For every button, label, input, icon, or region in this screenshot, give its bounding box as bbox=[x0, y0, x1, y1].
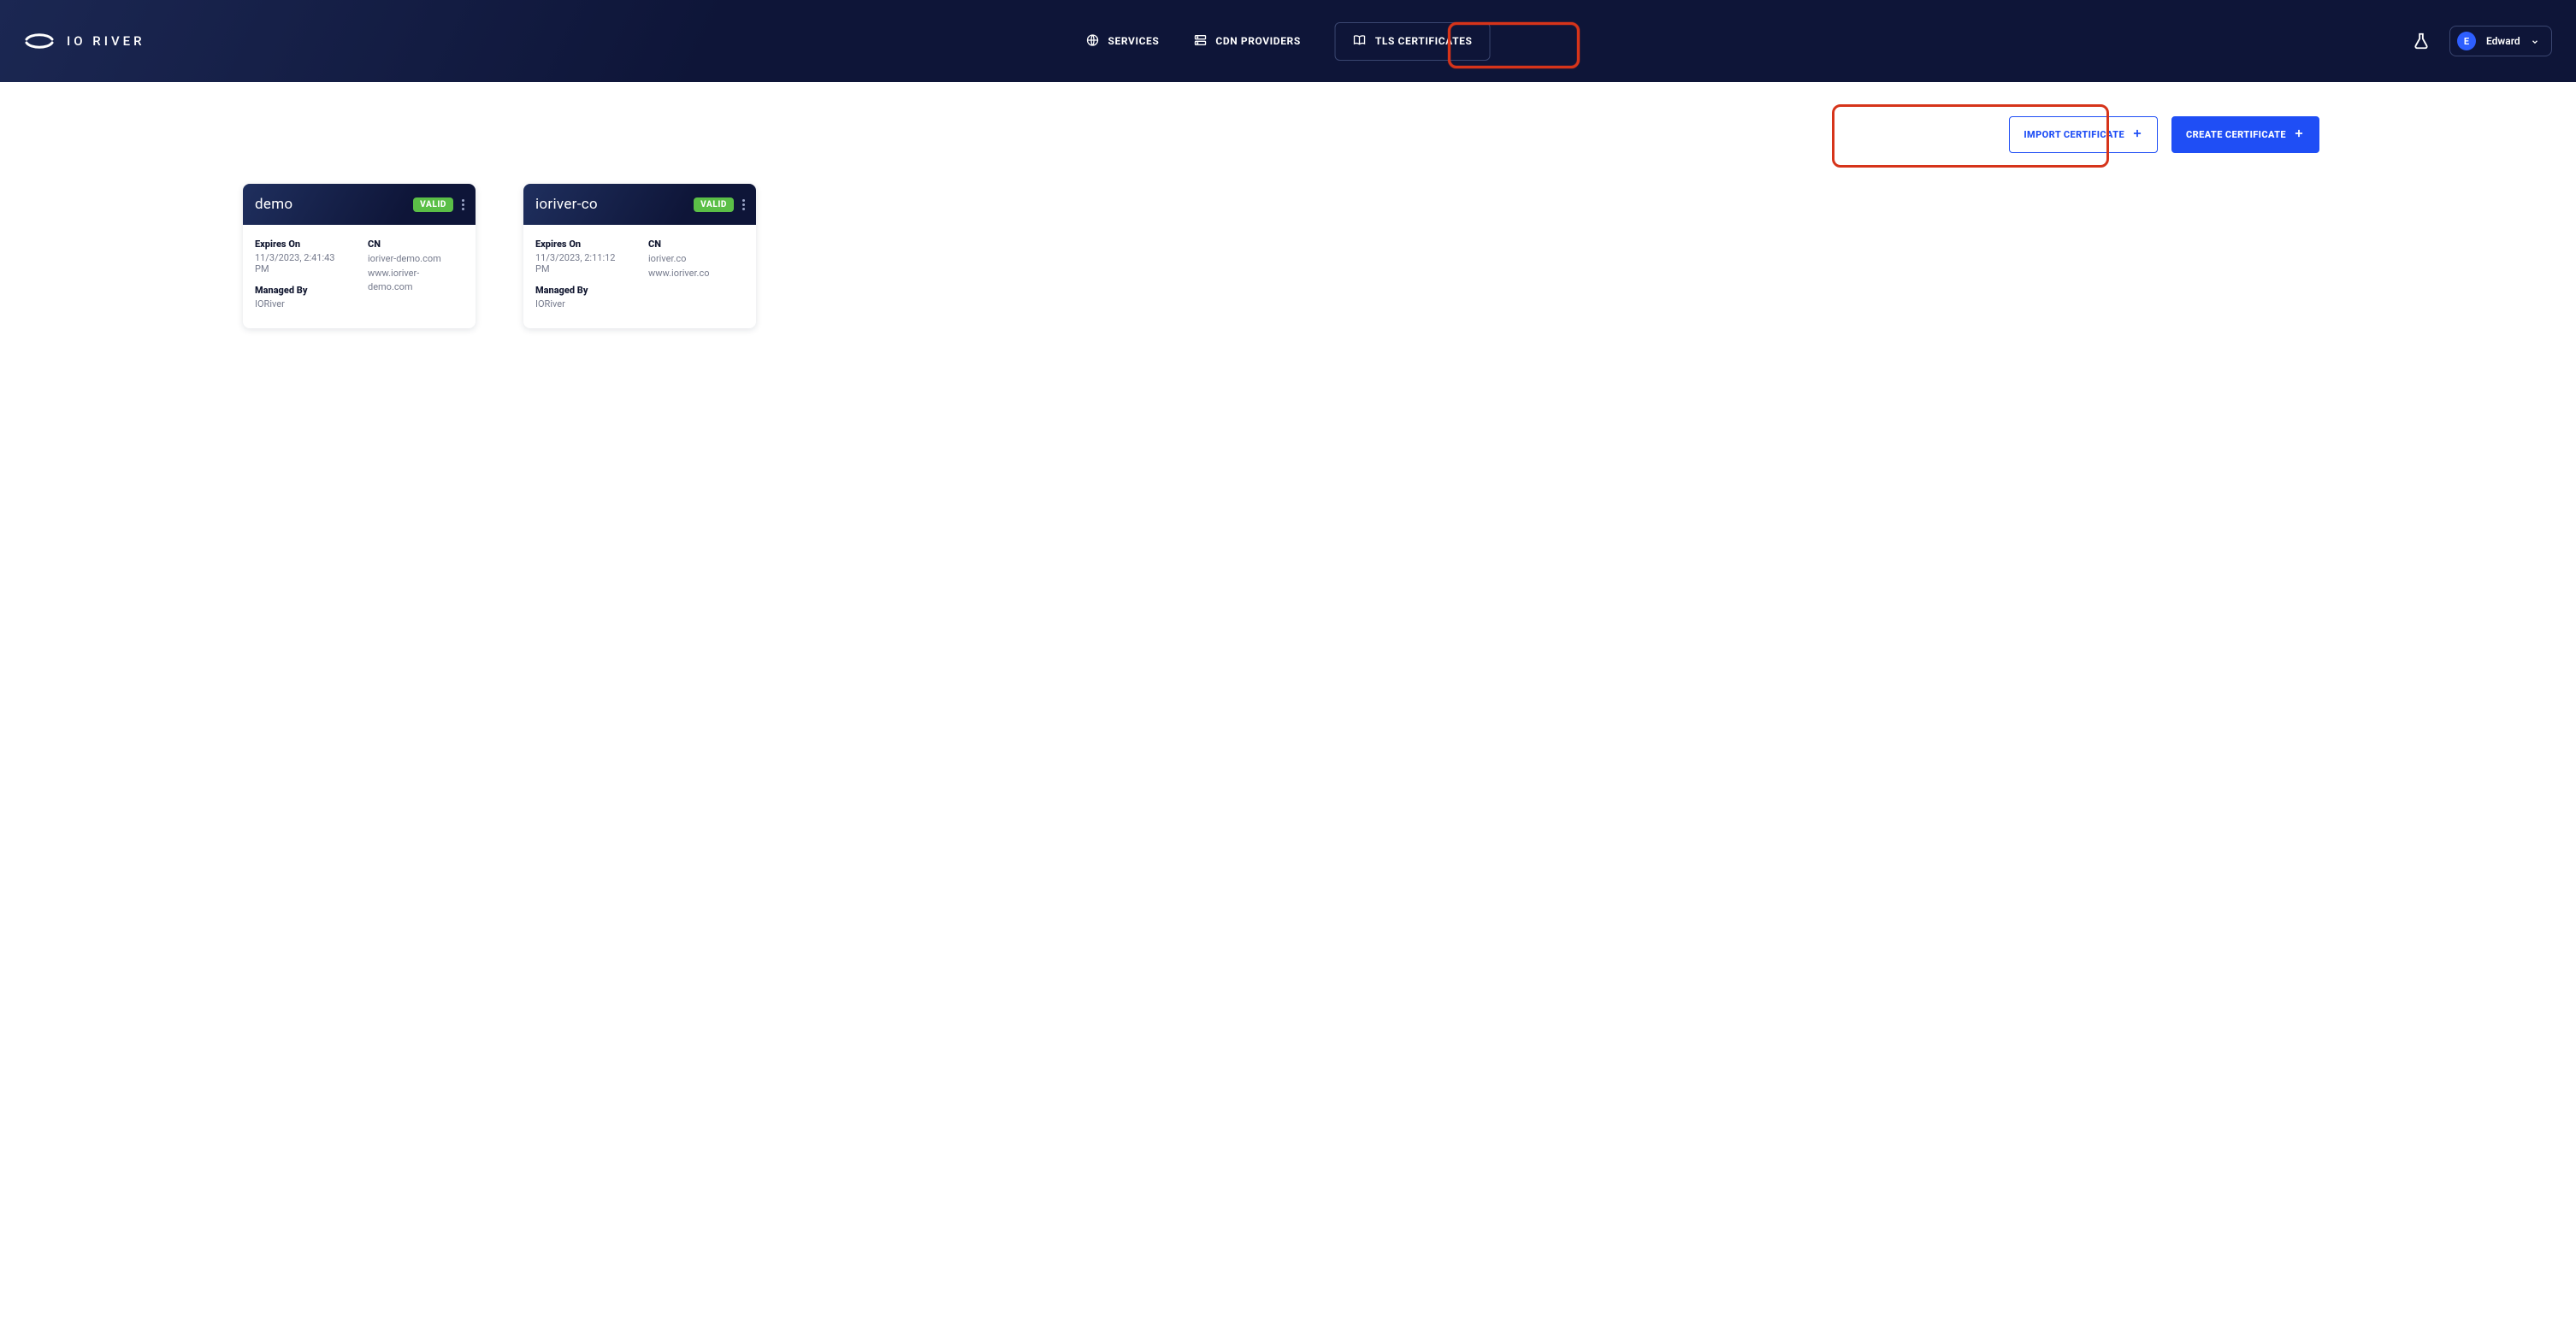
book-icon bbox=[1353, 33, 1367, 50]
status-badge: VALID bbox=[413, 197, 453, 212]
primary-nav: SERVICES CDN PROVIDERS TLS CERTIFICA bbox=[1086, 22, 1491, 61]
status-badge: VALID bbox=[694, 197, 734, 212]
managed-by-value: IORiver bbox=[255, 298, 351, 309]
expires-on-label: Expires On bbox=[535, 239, 631, 250]
cn-label: CN bbox=[648, 239, 744, 250]
cn-value: ioriver.co bbox=[648, 252, 744, 267]
labs-icon[interactable] bbox=[2412, 32, 2431, 50]
cn-value: www.ioriver-demo.com bbox=[368, 267, 464, 295]
user-menu[interactable]: E Edward bbox=[2449, 26, 2552, 56]
card-menu-icon[interactable] bbox=[460, 197, 464, 212]
nav-services[interactable]: SERVICES bbox=[1086, 33, 1160, 50]
certificate-card[interactable]: ioriver-co VALID Expires On 11/3/2023, 2… bbox=[523, 184, 756, 328]
chevron-down-icon bbox=[2531, 33, 2539, 50]
certificate-name: demo bbox=[255, 196, 406, 213]
header-right: E Edward bbox=[2412, 26, 2552, 56]
plus-icon bbox=[2131, 127, 2143, 142]
nav-tls-certificates[interactable]: TLS CERTIFICATES bbox=[1335, 22, 1491, 61]
certificate-card-header: demo VALID bbox=[243, 184, 476, 225]
managed-by-label: Managed By bbox=[255, 285, 351, 296]
server-icon bbox=[1193, 33, 1207, 50]
cn-value: ioriver-demo.com bbox=[368, 252, 464, 267]
expires-on-value: 11/3/2023, 2:11:12 PM bbox=[535, 252, 631, 274]
certificate-action-row: IMPORT CERTIFICATE CREATE CERTIFICATE bbox=[34, 116, 2319, 153]
user-avatar: E bbox=[2457, 32, 2476, 50]
brand-mark-icon bbox=[24, 32, 55, 50]
cn-value: www.ioriver.co bbox=[648, 267, 744, 281]
app-header: IO RIVER SERVICES CDN PROVIDERS bbox=[0, 0, 2576, 82]
brand-name: IO RIVER bbox=[67, 33, 145, 49]
expires-on-label: Expires On bbox=[255, 239, 351, 250]
card-menu-icon[interactable] bbox=[741, 197, 744, 212]
certificate-card-body: Expires On 11/3/2023, 2:11:12 PM Managed… bbox=[523, 225, 756, 328]
certificate-name: ioriver-co bbox=[535, 196, 687, 213]
managed-by-value: IORiver bbox=[535, 298, 631, 309]
expires-on-value: 11/3/2023, 2:41:43 PM bbox=[255, 252, 351, 274]
certificate-card-header: ioriver-co VALID bbox=[523, 184, 756, 225]
managed-by-label: Managed By bbox=[535, 285, 631, 296]
brand-logo[interactable]: IO RIVER bbox=[24, 32, 145, 50]
user-initial: E bbox=[2464, 36, 2469, 47]
page-body: IMPORT CERTIFICATE CREATE CERTIFICATE de… bbox=[0, 82, 2576, 349]
cn-label: CN bbox=[368, 239, 464, 250]
nav-services-label: SERVICES bbox=[1108, 35, 1160, 47]
nav-cdn-providers[interactable]: CDN PROVIDERS bbox=[1193, 33, 1300, 50]
globe-icon bbox=[1086, 33, 1100, 50]
user-name: Edward bbox=[2486, 35, 2520, 47]
certificate-card-body: Expires On 11/3/2023, 2:41:43 PM Managed… bbox=[243, 225, 476, 328]
nav-tls-certificates-label: TLS CERTIFICATES bbox=[1375, 35, 1473, 47]
certificate-cards: demo VALID Expires On 11/3/2023, 2:41:43… bbox=[34, 184, 2542, 328]
nav-cdn-providers-label: CDN PROVIDERS bbox=[1215, 35, 1300, 47]
create-certificate-button[interactable]: CREATE CERTIFICATE bbox=[2171, 116, 2319, 153]
import-certificate-label: IMPORT CERTIFICATE bbox=[2024, 129, 2124, 140]
plus-icon bbox=[2293, 127, 2305, 142]
import-certificate-button[interactable]: IMPORT CERTIFICATE bbox=[2009, 116, 2158, 153]
create-certificate-label: CREATE CERTIFICATE bbox=[2186, 129, 2286, 140]
certificate-card[interactable]: demo VALID Expires On 11/3/2023, 2:41:43… bbox=[243, 184, 476, 328]
